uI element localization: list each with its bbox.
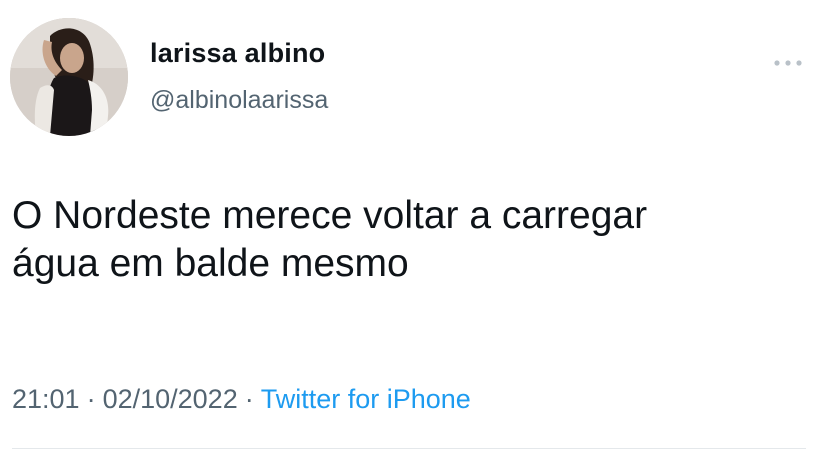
tweet-text-line: água em balde mesmo: [12, 242, 409, 285]
tweet-text-line: O Nordeste merece voltar a carregar: [12, 194, 648, 237]
profile-photo-icon: [10, 18, 128, 136]
avatar[interactable]: [10, 18, 128, 136]
author-handle[interactable]: @albinolaarissa: [150, 86, 328, 115]
meta-separator: ·: [86, 384, 96, 414]
tweet-text: O Nordeste merece voltar a carregar água…: [12, 192, 812, 288]
tweet-date[interactable]: 02/10/2022: [103, 384, 238, 414]
tweet-source-link[interactable]: Twitter for iPhone: [261, 384, 471, 414]
tweet-card: larissa albino @albinolaarissa O Nordest…: [0, 0, 818, 460]
more-options-icon[interactable]: [770, 56, 806, 70]
meta-separator: ·: [244, 384, 254, 414]
author-display-name[interactable]: larissa albino: [150, 38, 325, 69]
divider: [12, 448, 806, 449]
tweet-metadata: 21:01 · 02/10/2022 · Twitter for iPhone: [12, 384, 471, 415]
tweet-time[interactable]: 21:01: [12, 384, 80, 414]
